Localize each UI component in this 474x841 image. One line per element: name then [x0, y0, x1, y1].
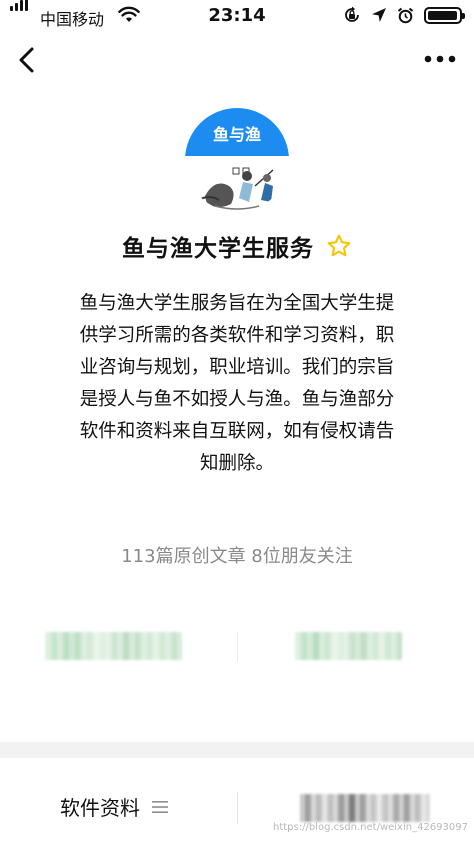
account-title-row: 鱼与渔大学生服务 [0, 226, 474, 266]
more-options-icon[interactable] [420, 44, 460, 74]
status-icons [343, 6, 465, 24]
star-icon[interactable] [326, 233, 352, 259]
blurred-link-left[interactable] [45, 632, 182, 660]
account-avatar[interactable]: 鱼与渔 [185, 108, 289, 212]
navigation-bar [0, 36, 474, 86]
battery-icon [424, 6, 465, 24]
menu-software-materials[interactable]: 软件资料 [60, 792, 168, 821]
account-description: 鱼与渔大学生服务旨在为全国大学生提供学习所需的各类软件和学习资料，职业咨询与规划… [79, 293, 395, 474]
blurred-menu-right[interactable] [300, 794, 430, 822]
avatar-brand-text: 鱼与渔 [212, 125, 261, 144]
alarm-icon [397, 7, 414, 23]
location-arrow-icon [372, 8, 386, 22]
divider [237, 632, 238, 662]
blurred-link-right[interactable] [295, 632, 402, 660]
fishing-illustration-icon [185, 156, 289, 212]
status-bar: 中国移动 23:14 [0, 0, 474, 32]
account-stats: 113篇原创文章 8位朋友关注 [121, 546, 353, 567]
menu-lines-icon [152, 800, 168, 813]
watermark: https://blog.csdn.net/weixin_42693097 [272, 822, 468, 833]
section-separator [0, 742, 474, 758]
menu-label: 软件资料 [60, 796, 140, 820]
rotation-lock-icon [345, 6, 359, 22]
divider [237, 792, 238, 824]
account-name: 鱼与渔大学生服务 [122, 236, 314, 262]
back-arrow-icon[interactable] [10, 42, 46, 78]
